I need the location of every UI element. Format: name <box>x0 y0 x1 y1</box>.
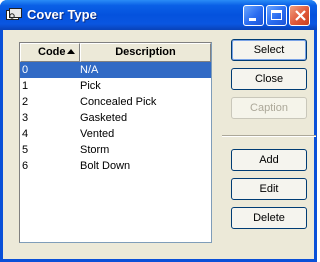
app-icon <box>6 8 22 20</box>
list-rows: 0 N/A 1 Pick 2 Concealed Pick 3 Gasketed… <box>20 62 211 174</box>
list-item-code: 5 <box>22 144 29 156</box>
sort-ascending-icon <box>66 49 75 54</box>
column-header-description-label: Description <box>115 46 176 58</box>
list-item-description: Concealed Pick <box>80 96 157 108</box>
list-item[interactable]: 5 Storm <box>20 142 211 158</box>
list-item-description: Bolt Down <box>80 160 131 172</box>
close-icon <box>295 10 306 21</box>
list-item-description: Gasketed <box>80 112 128 124</box>
edit-button[interactable]: Edit <box>231 178 307 200</box>
list-item-description: Vented <box>80 128 115 140</box>
list-item-code: 4 <box>22 128 29 140</box>
column-header-code-label: Code <box>38 46 66 58</box>
delete-button[interactable]: Delete <box>231 207 307 229</box>
list-item-description: N/A <box>80 64 99 76</box>
title-bar[interactable]: Cover Type <box>0 0 317 30</box>
list-item-code: 2 <box>22 96 29 108</box>
list-item[interactable]: 2 Concealed Pick <box>20 94 211 110</box>
list-header: Code Description <box>20 43 211 62</box>
list-item-code: 6 <box>22 160 29 172</box>
add-button[interactable]: Add <box>231 149 307 171</box>
close-button[interactable]: Close <box>231 68 307 90</box>
cover-type-list[interactable]: Code Description 0 N/A 1 Pick 2 Conceale… <box>19 42 212 243</box>
list-item-description: Storm <box>80 144 110 156</box>
list-item[interactable]: 3 Gasketed <box>20 110 211 126</box>
list-item-description: Pick <box>80 80 101 92</box>
list-item[interactable]: 0 N/A <box>20 62 211 78</box>
close-window-button[interactable] <box>289 5 310 26</box>
list-item[interactable]: 4 Vented <box>20 126 211 142</box>
cover-type-window: Cover Type Code Description 0 N/A 1 Pick… <box>0 0 317 262</box>
minimize-button[interactable] <box>243 5 264 26</box>
list-item-code: 3 <box>22 112 29 124</box>
column-header-code[interactable]: Code <box>20 43 80 62</box>
list-item-code: 0 <box>22 64 29 76</box>
column-header-description[interactable]: Description <box>80 43 211 62</box>
list-item[interactable]: 6 Bolt Down <box>20 158 211 174</box>
select-button[interactable]: Select <box>231 39 307 61</box>
button-separator <box>222 135 316 137</box>
list-item[interactable]: 1 Pick <box>20 78 211 94</box>
minimize-icon <box>249 18 256 21</box>
maximize-button[interactable] <box>266 5 287 26</box>
caption-button: Caption <box>231 97 307 119</box>
maximize-icon <box>271 10 282 20</box>
list-item-code: 1 <box>22 80 29 92</box>
window-title: Cover Type <box>27 7 97 22</box>
